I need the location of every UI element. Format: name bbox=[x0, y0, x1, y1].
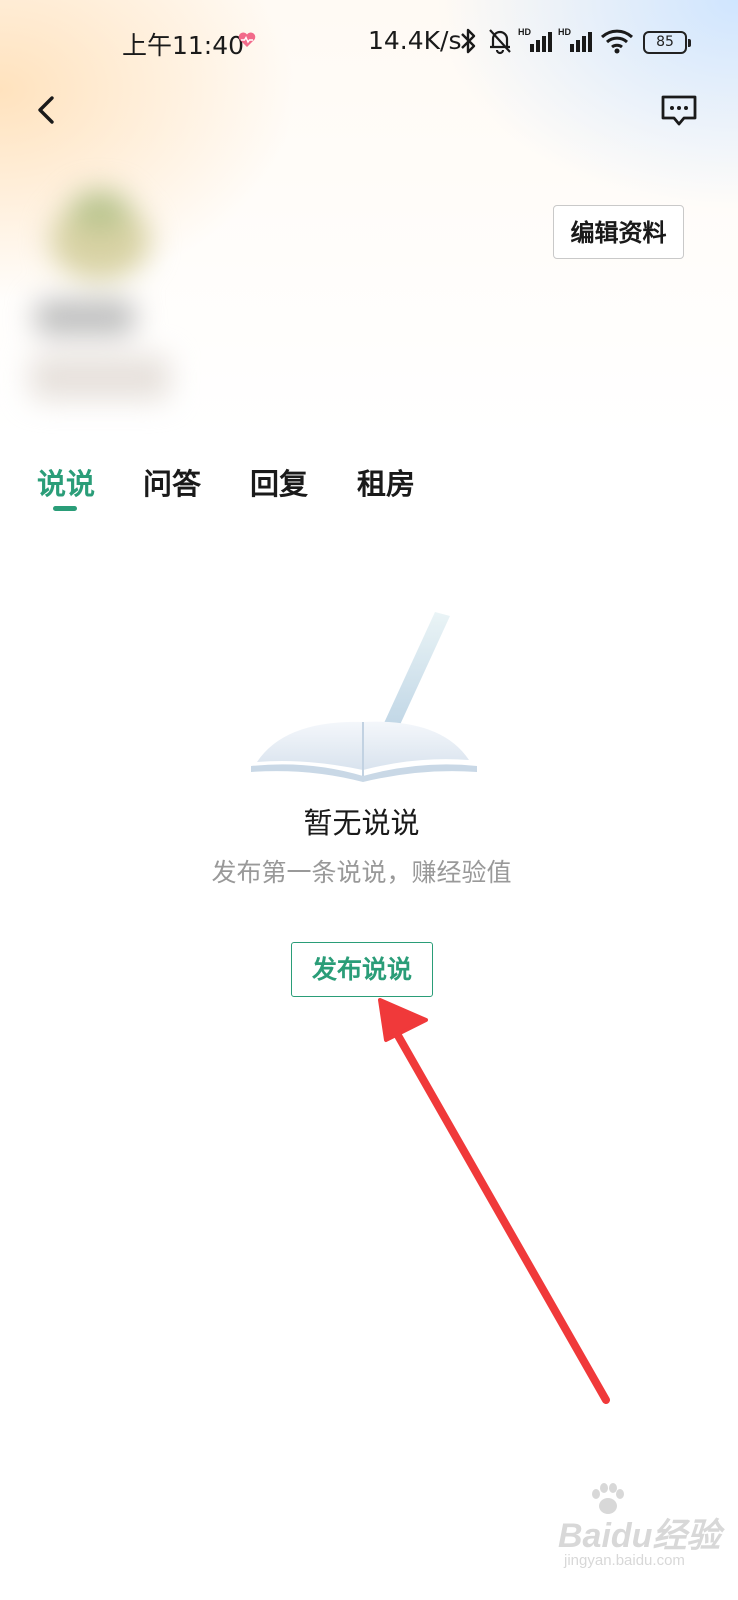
hd-signal-icon: HD bbox=[558, 27, 592, 52]
chat-bubble-icon[interactable] bbox=[660, 94, 698, 128]
tab-zufang[interactable]: 租房 bbox=[357, 460, 415, 508]
heart-icon bbox=[238, 32, 256, 47]
baidu-watermark: Baidu经验 jingyan.baidu.com bbox=[548, 1483, 728, 1580]
tab-wenda[interactable]: 问答 bbox=[143, 460, 201, 508]
tab-shuoshuo[interactable]: 说说 bbox=[37, 460, 95, 508]
empty-state-subtitle: 发布第一条说说，赚经验值 bbox=[211, 858, 512, 887]
svg-text:HD: HD bbox=[558, 27, 571, 37]
status-time: 上午11:40 bbox=[122, 31, 245, 60]
wifi-icon bbox=[600, 29, 634, 54]
svg-text:HD: HD bbox=[518, 27, 531, 37]
mute-bell-icon bbox=[489, 29, 511, 55]
empty-state-title: 暂无说说 bbox=[303, 806, 420, 840]
edit-profile-button[interactable]: 编辑资料 bbox=[553, 205, 684, 259]
blurred-profile-info bbox=[30, 190, 170, 420]
chevron-left-icon[interactable] bbox=[30, 92, 66, 128]
active-tab-indicator bbox=[53, 506, 77, 511]
hd-signal-icon: HD bbox=[518, 27, 552, 52]
battery-icon: 85 bbox=[643, 31, 691, 54]
status-bar: 上午11:40 14.4K/s HD HD 85 bbox=[0, 0, 738, 84]
tab-huifu[interactable]: 回复 bbox=[250, 460, 308, 508]
watermark-url: jingyan.baidu.com bbox=[564, 1552, 685, 1569]
empty-book-pen-icon bbox=[251, 612, 477, 782]
watermark-logo: Baidu经验 bbox=[558, 1517, 721, 1555]
publish-shuoshuo-button[interactable]: 发布说说 bbox=[291, 942, 433, 997]
tab-bar: 说说 问答 回复 租房 bbox=[0, 460, 738, 520]
network-speed: 14.4K/s bbox=[368, 26, 462, 55]
bluetooth-icon bbox=[461, 28, 476, 54]
